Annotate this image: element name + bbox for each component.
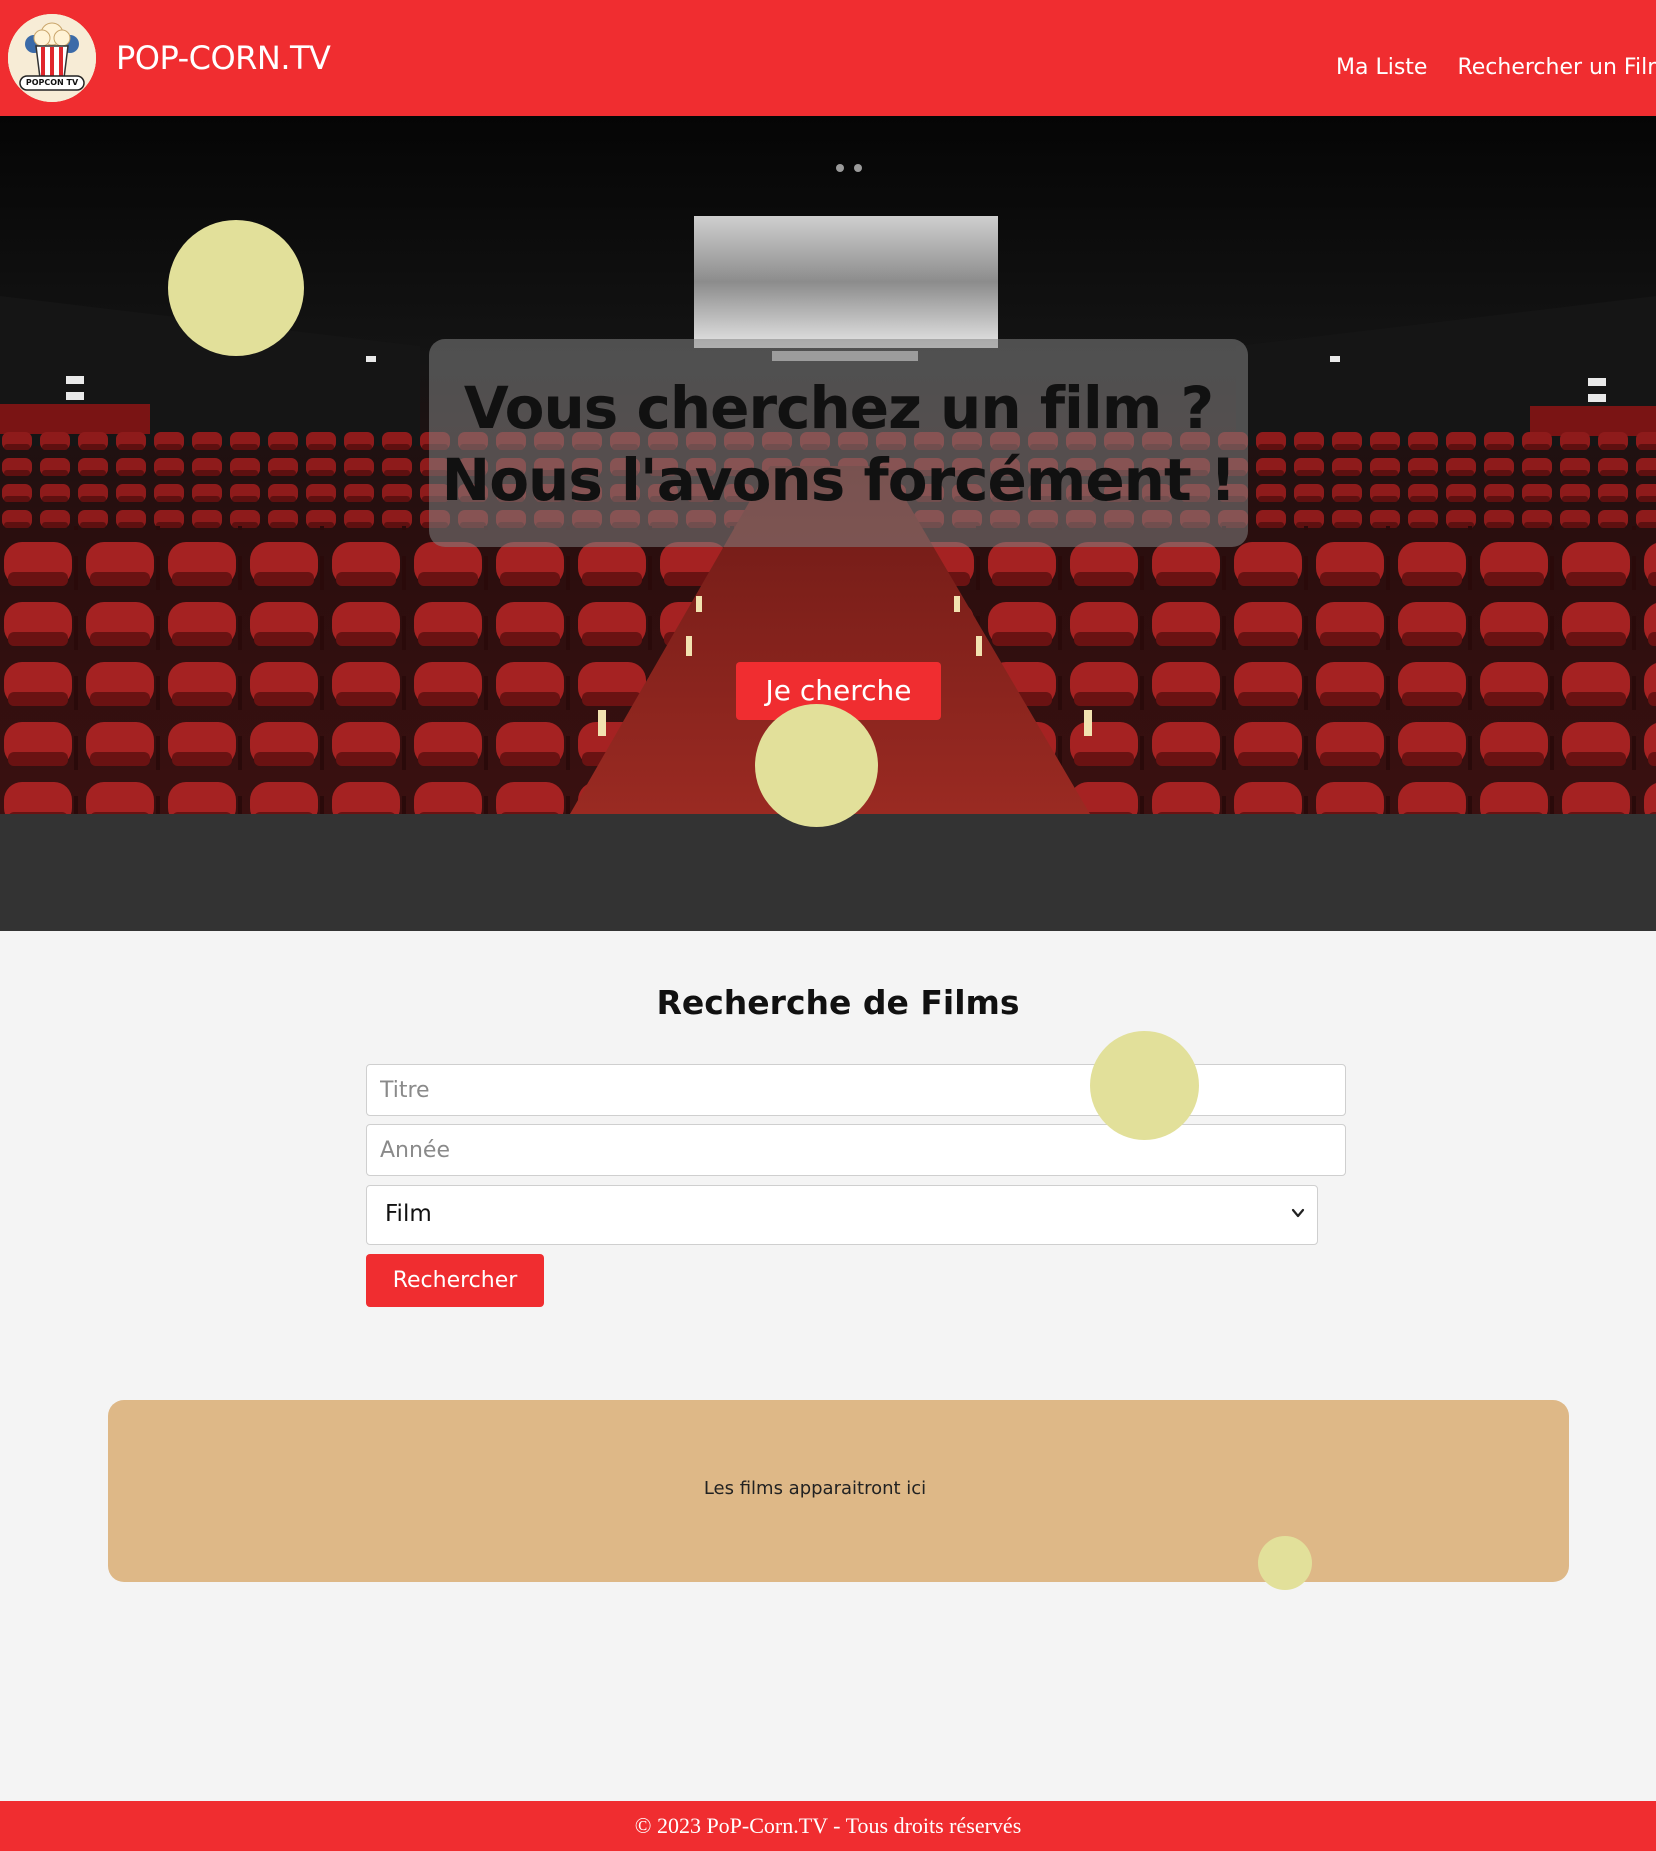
main-nav: Ma Liste Rechercher un Film [1336,54,1656,84]
site-header: POPCON TV POP-CORN.TV Ma Liste Rechercher… [0,0,1656,116]
search-section: Recherche de Films Film Rechercher Les f… [0,931,1656,1801]
chevron-down-icon [1291,1208,1305,1218]
type-select-value: Film [385,1201,432,1227]
nav-search-film[interactable]: Rechercher un Film [1457,54,1656,82]
dark-divider-band [0,814,1656,931]
results-empty-message: Les films apparaitront ici [703,1478,927,1499]
site-footer: © 2023 PoP-Corn.TV - Tous droits réservé… [0,1801,1656,1851]
hero-headline-line-1: Vous cherchez un film ? [463,374,1214,442]
rechercher-button[interactable]: Rechercher [366,1254,544,1307]
logo-text: POPCON TV [25,78,79,87]
cinema-screen [694,216,998,348]
decorative-bubble [1090,1031,1199,1140]
hero-headline-card: Vous cherchez un film ? Nous l'avons for… [429,339,1248,547]
brand-name[interactable]: POP-CORN.TV [116,38,331,78]
decorative-bubble [755,704,878,827]
nav-my-list[interactable]: Ma Liste [1336,54,1427,82]
footer-copyright: © 2023 PoP-Corn.TV - Tous droits réservé… [634,1813,1022,1838]
search-title: Recherche de Films [656,983,1020,1022]
title-input[interactable] [366,1064,1346,1116]
decorative-bubble [1258,1536,1312,1590]
year-input[interactable] [366,1124,1346,1176]
popcorn-logo[interactable]: POPCON TV [8,14,96,102]
popcorn-logo-graphic [8,14,96,102]
hero-headline-line-2: Nous l'avons forcément ! [441,446,1237,514]
hero-headline: Vous cherchez un film ? Nous l'avons for… [429,372,1248,516]
results-panel: Les films apparaitront ici [108,1400,1569,1582]
type-select[interactable]: Film [366,1185,1318,1245]
decorative-bubble [168,220,304,356]
